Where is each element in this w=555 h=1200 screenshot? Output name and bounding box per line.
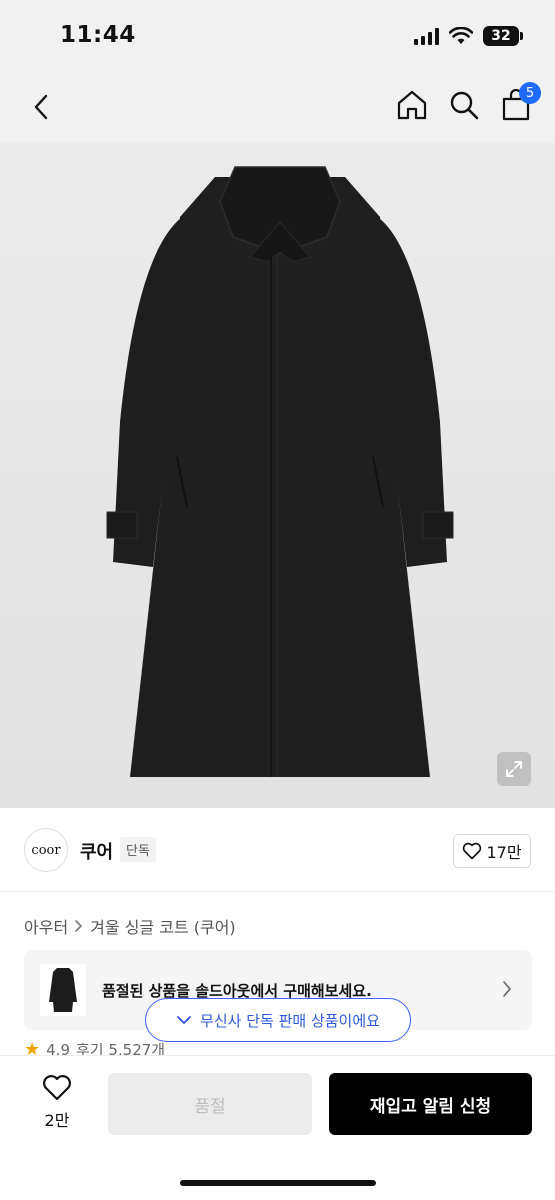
exclusive-notice-text: 무신사 단독 판매 상품이에요 — [200, 1011, 380, 1030]
product-image[interactable] — [0, 142, 555, 808]
heart-icon — [43, 1075, 71, 1101]
status-bar: 11:44 32 — [0, 0, 555, 72]
home-icon — [397, 90, 427, 120]
heart-icon — [463, 842, 482, 860]
star-icon: ★ — [24, 1043, 41, 1055]
bottom-action-bar: 2만 품절 재입고 알림 신청 — [0, 1055, 555, 1200]
brand-name[interactable]: 쿠어 — [80, 838, 113, 864]
nav-bar: 5 — [0, 72, 555, 142]
product-like-count: 2만 — [44, 1111, 70, 1130]
status-time: 11:44 — [60, 22, 136, 48]
nav-actions: 5 — [395, 82, 541, 124]
coat-thumbnail — [40, 964, 86, 1016]
home-button[interactable] — [395, 86, 429, 124]
search-icon — [450, 91, 479, 120]
exclusive-tag: 단독 — [120, 837, 156, 862]
brand-row: coor 쿠어 단독 17만 — [0, 808, 555, 892]
rating-row: ★ 4.9 후기 5,527개 — [24, 1043, 165, 1055]
brand-logo[interactable]: coor — [24, 828, 68, 872]
review-count[interactable]: 후기 5,527개 — [76, 1043, 165, 1055]
breadcrumb-category[interactable]: 아우터 — [24, 914, 68, 938]
rating-score: 4.9 — [46, 1043, 70, 1055]
cellular-signal-icon — [414, 27, 439, 45]
exclusive-notice-pill[interactable]: 무신사 단독 판매 상품이에요 — [145, 998, 411, 1042]
chevron-right-icon — [75, 920, 83, 932]
product-like-button[interactable]: 2만 — [30, 1074, 84, 1131]
brand-like-count: 17만 — [486, 843, 522, 862]
breadcrumb: 아우터 겨울 싱글 코트 (쿠어) — [24, 914, 236, 938]
brand-like-button[interactable]: 17만 — [453, 834, 531, 868]
status-icons: 32 — [414, 26, 523, 46]
cart-count-badge: 5 — [519, 82, 541, 104]
battery-icon: 32 — [483, 26, 523, 46]
wifi-icon — [449, 27, 473, 44]
expand-icon — [506, 761, 522, 777]
chevron-right-icon — [503, 981, 512, 997]
back-button[interactable] — [26, 90, 56, 124]
breadcrumb-product[interactable]: 겨울 싱글 코트 (쿠어) — [90, 914, 236, 938]
soldout-button: 품절 — [108, 1073, 312, 1135]
chevron-down-icon — [177, 1016, 191, 1025]
chevron-left-icon — [34, 94, 48, 120]
home-indicator — [180, 1180, 376, 1186]
black-coat-image — [106, 166, 454, 777]
cart-button[interactable]: 5 — [499, 82, 541, 124]
restock-alert-button[interactable]: 재입고 알림 신청 — [329, 1073, 532, 1135]
expand-image-button[interactable] — [497, 752, 531, 786]
search-button[interactable] — [447, 86, 481, 124]
